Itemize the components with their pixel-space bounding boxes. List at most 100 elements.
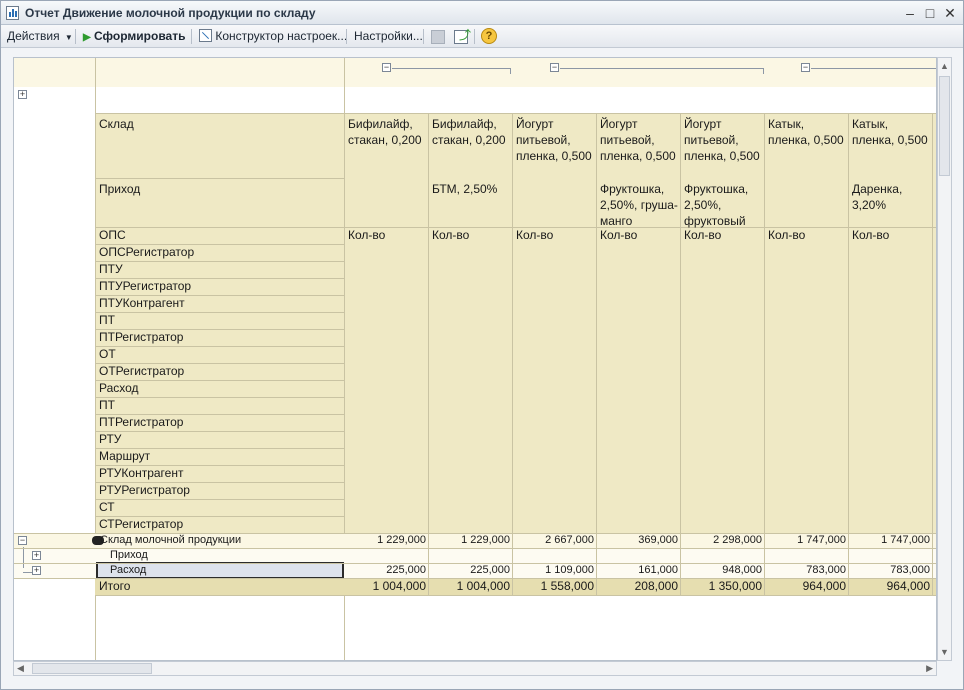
toolbar-separator [474,29,475,44]
constructor-button[interactable]: Конструктор настроек... [199,28,347,45]
column-line [512,113,513,595]
total-value: 1 004,000 [372,579,426,593]
group-bracket-line [811,68,936,69]
expense-value: 783,000 [806,564,846,576]
row-label: ПТРегистратор [99,330,184,344]
expense-value: 225,000 [470,564,510,576]
measure-header: Кол-во [516,228,554,242]
report-sheet[interactable]: − − − + Склад Приход − Склад молочной пр… [13,57,937,661]
collapse-icon[interactable]: − [801,63,810,72]
collapse-icon[interactable]: − [18,536,27,545]
row-label: СТРегистратор [99,517,184,531]
row-label: ПТРегистратор [99,415,184,429]
toolbar: Действия ▼ ▶ Сформировать Конструктор на… [1,25,963,48]
total-value: 964,000 [802,579,846,593]
collapse-icon[interactable]: − [382,63,391,72]
group-value: 369,000 [638,534,678,546]
close-icon[interactable]: ✕ [941,4,959,22]
row-label: РТУКонтрагент [99,466,184,480]
row-label: ОПСРегистратор [99,245,195,259]
scroll-thumb[interactable] [939,76,950,176]
vertical-scrollbar[interactable]: ▲ ▼ [937,57,952,661]
expand-icon[interactable]: + [18,90,27,99]
measure-header: Кол-во [684,228,722,242]
group-value: 1 747,000 [881,534,930,546]
row-label-line [95,397,344,398]
scroll-left-icon[interactable]: ◀ [17,663,24,674]
scroll-down-icon[interactable]: ▼ [940,647,949,657]
group-value: 1 229,000 [461,534,510,546]
maximize-icon[interactable]: □ [921,4,939,22]
row-label: РТУ [99,432,122,446]
expand-icon[interactable]: + [32,566,41,575]
row-label: ОПС [99,228,126,242]
toolbar-separator [423,29,424,44]
save-icon[interactable] [431,30,445,44]
row-label-line [95,414,344,415]
row-label: СТ [99,500,115,514]
header-top-line [95,113,936,114]
row-label: ПТУРегистратор [99,279,192,293]
total-value: 1 558,000 [540,579,594,593]
export-icon[interactable]: ⤴ [454,28,471,44]
producer-header: Даренка, 3,20% [852,182,903,212]
producer-header: Фруктошка, 2,50%, груша-манго [600,182,678,228]
row-label: ПТ [99,398,115,412]
group-value: 2 298,000 [713,534,762,546]
play-icon: ▶ [83,32,91,43]
total-value: 1 004,000 [456,579,510,593]
income-row-label: Приход [110,549,148,561]
header-divider [95,178,344,179]
toolbar-separator [191,29,192,44]
generate-button[interactable]: ▶ Сформировать [83,28,185,45]
row-label: ПТ [99,313,115,327]
measure-header: Кол-во [768,228,806,242]
column-line [596,113,597,595]
group-value: 1 747,000 [797,534,846,546]
row-label-line [95,261,344,262]
expense-value: 783,000 [890,564,930,576]
column-line [428,113,429,595]
dropdown-arrow-icon: ▼ [64,33,73,42]
expense-row-label: Расход [110,564,147,576]
constructor-label: Конструктор настроек... [215,29,348,43]
total-value: 964,000 [886,579,930,593]
scroll-up-icon[interactable]: ▲ [940,61,949,71]
actions-menu[interactable]: Действия ▼ [7,28,73,45]
row-label-line [95,380,344,381]
toolbar-separator [75,29,76,44]
total-value: 1 350,000 [708,579,762,593]
expense-value: 948,000 [722,564,762,576]
actions-label: Действия [7,29,60,43]
total-row-label: Итого [99,579,131,593]
row-line [14,548,936,549]
window-title: Отчет Движение молочной продукции по скл… [25,6,316,20]
row-label-line [95,363,344,364]
column-group-bar [344,58,936,87]
row-label-line [95,346,344,347]
measure-header: Кол-во [600,228,638,242]
horizontal-scrollbar[interactable]: ◀ ▶ [13,661,937,676]
column-line [764,113,765,595]
group-bracket-line [392,68,511,69]
row-label: РТУРегистратор [99,483,190,497]
minimize-icon[interactable]: – [901,4,919,22]
producer-header: БТМ, 2,50% [432,182,498,196]
row-label: ПТУКонтрагент [99,296,185,310]
hscroll-thumb[interactable] [32,663,152,674]
row-label-line [95,244,344,245]
column-line [932,113,933,595]
expand-icon[interactable]: + [32,551,41,560]
toolbar-separator [346,29,347,44]
collapse-icon[interactable]: − [550,63,559,72]
settings-button[interactable]: Настройки... [354,28,423,45]
measure-header: Кол-во [432,228,470,242]
row-label-line [95,329,344,330]
generate-label: Сформировать [94,29,186,43]
row-label-line [95,312,344,313]
expense-value: 225,000 [386,564,426,576]
row-header-top [95,58,344,87]
scroll-right-icon[interactable]: ▶ [926,663,933,674]
product-header: Йогурт питьевой, пленка, 0,500 [516,117,592,163]
help-icon[interactable]: ? [481,28,497,44]
